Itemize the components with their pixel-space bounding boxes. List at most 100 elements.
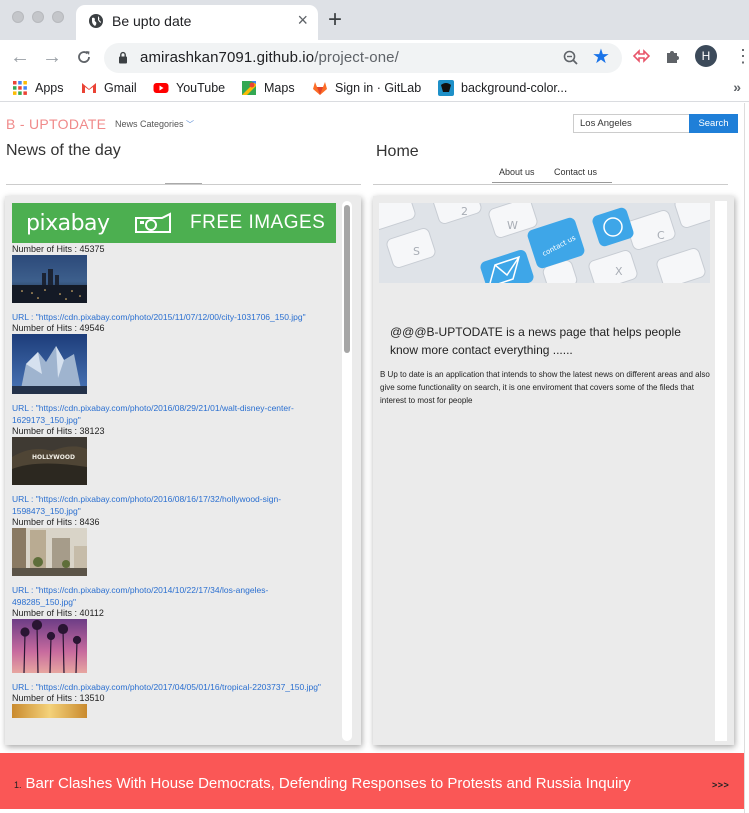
page-content: B - UPTODATE News Categories ﹀ Search Ne… — [0, 103, 745, 813]
home-title: Home — [376, 143, 419, 160]
active-tab[interactable]: Be upto date × — [76, 5, 318, 40]
nav-about-us[interactable]: About us — [499, 167, 535, 177]
close-tab-icon[interactable]: × — [297, 10, 308, 30]
home-panel: 2WSCX contact us @@@B-UPTODATE is a news… — [373, 196, 734, 745]
bookmark-gitlab[interactable]: Sign in · GitLab — [312, 80, 421, 96]
subnav-underline — [492, 182, 612, 183]
chrome-menu-icon[interactable]: ⋮ — [734, 45, 749, 67]
reload-icon[interactable] — [76, 49, 92, 65]
los-angeles-thumbnail[interactable] — [12, 528, 87, 576]
browser-tab-strip: Be upto date × + — [0, 0, 749, 40]
chevron-down-icon: ﹀ — [186, 120, 195, 129]
hollywood-sign-thumbnail[interactable]: HOLLYWOOD — [12, 437, 87, 485]
home-scrollbar[interactable] — [715, 201, 727, 741]
hits-count: Number of Hits : 38123 — [12, 426, 105, 436]
svg-text:C: C — [657, 229, 665, 242]
nav-contact-us[interactable]: Contact us — [554, 167, 597, 177]
bookmark-label: YouTube — [176, 81, 226, 95]
news-scrollbar[interactable] — [342, 201, 352, 741]
url-text: amirashkan7091.github.io/project-one/ — [140, 49, 399, 66]
extensions-puzzle-icon[interactable] — [664, 47, 682, 65]
ticker-number: 1. — [14, 780, 22, 790]
url-host: amirashkan7091.github.io — [140, 49, 315, 66]
url-path: /project-one/ — [314, 49, 399, 66]
browser-toolbar: ← → amirashkan7091.github.io/project-one… — [0, 40, 749, 74]
apps-grid-icon — [13, 81, 27, 95]
address-bar[interactable]: amirashkan7091.github.io/project-one/ ★ — [104, 43, 622, 73]
ticker-headline-text: Barr Clashes With House Democrats, Defen… — [25, 775, 631, 792]
globe-icon — [89, 14, 103, 28]
bookmarks-bar: Apps Gmail YouTube Maps Sign in · GitLab… — [0, 74, 749, 102]
svg-text:HOLLYWOOD: HOLLYWOOD — [32, 454, 75, 461]
search-button[interactable]: Search — [689, 114, 738, 133]
tropical-palms-thumbnail[interactable] — [12, 619, 87, 673]
bookmark-label: Apps — [35, 81, 64, 95]
hits-count: Number of Hits : 8436 — [12, 517, 100, 527]
site-tagline: @@@B-UPTODATE is a news page that helps … — [390, 325, 681, 357]
close-window-button[interactable] — [12, 11, 24, 23]
bookmark-apps[interactable]: Apps — [12, 80, 64, 96]
image-url-link[interactable]: URL : "https://cdn.pixabay.com/photo/201… — [12, 402, 332, 426]
headline-ticker[interactable]: 1. Barr Clashes With House Democrats, Def… — [0, 753, 744, 809]
disney-hall-thumbnail[interactable] — [12, 334, 87, 394]
image-url-link[interactable]: URL : "https://cdn.pixabay.com/photo/201… — [12, 493, 332, 517]
categories-label: News Categories — [115, 119, 184, 129]
extension-red-icon[interactable] — [632, 47, 650, 65]
new-tab-button[interactable]: + — [328, 7, 342, 33]
pixabay-banner[interactable]: pixabay FREE IMAGES — [12, 203, 336, 243]
svg-text:W: W — [507, 219, 518, 232]
zoom-out-icon[interactable] — [562, 49, 580, 67]
forward-button[interactable]: → — [42, 45, 62, 69]
pixabay-logo: pixabay — [26, 211, 110, 236]
news-of-the-day-title: News of the day — [6, 142, 121, 159]
tab-title: Be upto date — [112, 13, 192, 29]
window-controls — [12, 11, 64, 23]
bookmark-label: Maps — [264, 81, 295, 95]
right-divider — [373, 184, 728, 185]
ticker-headline[interactable]: 1. Barr Clashes With House Democrats, Def… — [14, 775, 631, 792]
hits-count: Number of Hits : 45375 — [12, 244, 105, 254]
maximize-window-button[interactable] — [52, 11, 64, 23]
contact-keyboard-image: 2WSCX contact us — [379, 203, 710, 283]
svg-text:S: S — [413, 245, 420, 258]
city-thumbnail[interactable] — [12, 255, 87, 303]
css-tricks-icon — [438, 80, 454, 96]
image-url-link[interactable]: URL : "https://cdn.pixabay.com/photo/201… — [12, 311, 332, 323]
image-url-link[interactable]: URL : "https://cdn.pixabay.com/photo/201… — [12, 681, 332, 693]
bookmark-maps[interactable]: Maps — [241, 80, 295, 96]
back-button[interactable]: ← — [10, 45, 30, 69]
ticker-next-button[interactable]: >>> — [712, 780, 729, 790]
news-panel[interactable]: pixabay FREE IMAGES Number of Hits : 453… — [5, 196, 361, 745]
maps-icon — [242, 81, 256, 95]
scrollbar-thumb[interactable] — [344, 205, 350, 353]
lock-icon — [119, 51, 127, 64]
svg-text:X: X — [615, 265, 623, 278]
site-description: B Up to date is an application that inte… — [380, 370, 710, 405]
bookmark-gmail[interactable]: Gmail — [81, 80, 137, 96]
hits-count: Number of Hits : 13510 — [12, 693, 105, 703]
hits-count: Number of Hits : 49546 — [12, 323, 105, 333]
free-images-text: FREE IMAGES — [190, 212, 326, 233]
hits-count: Number of Hits : 40112 — [12, 608, 104, 618]
bookmark-label: background-color... — [461, 81, 568, 95]
bookmarks-overflow-icon[interactable]: » — [733, 79, 741, 95]
camera-icon — [135, 212, 171, 233]
brand-logo[interactable]: B - UPTODATE — [6, 116, 106, 132]
gmail-icon — [82, 83, 96, 93]
image-feed: Number of Hits : 45375 URL : "https://cd… — [12, 244, 342, 718]
minimize-window-button[interactable] — [32, 11, 44, 23]
profile-avatar[interactable]: H — [695, 45, 717, 67]
bookmark-star-icon[interactable]: ★ — [592, 46, 610, 68]
image-url-link[interactable]: URL : "https://cdn.pixabay.com/photo/201… — [12, 584, 332, 608]
bookmark-youtube[interactable]: YouTube — [153, 80, 225, 96]
left-divider — [6, 184, 361, 185]
bookmark-label: Gmail — [104, 81, 137, 95]
left-divider-accent — [165, 183, 202, 184]
partial-thumbnail[interactable] — [12, 704, 87, 718]
bookmark-label: Sign in · GitLab — [335, 81, 422, 95]
bookmark-css-tricks[interactable]: background-color... — [438, 80, 567, 96]
news-categories-dropdown[interactable]: News Categories ﹀ — [115, 119, 194, 130]
svg-text:2: 2 — [461, 205, 468, 218]
search-input[interactable] — [573, 114, 690, 133]
gitlab-icon — [313, 82, 327, 95]
